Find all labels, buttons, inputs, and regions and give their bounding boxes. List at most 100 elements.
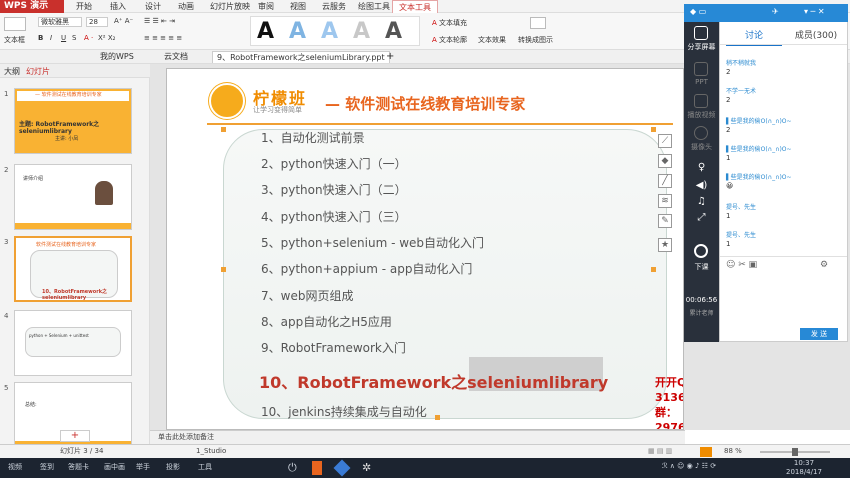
chat-window-controls[interactable]: ▾ ─ ✕ (804, 7, 825, 16)
art-style-light-blue[interactable]: A (321, 19, 338, 44)
camera-label[interactable]: 摄像头 (684, 142, 719, 152)
resize-handle[interactable] (651, 127, 656, 132)
layers-icon[interactable]: ≋ (658, 194, 672, 208)
tab-cloud-docs[interactable]: 云文档 (160, 51, 192, 63)
tab-cloud[interactable]: 云服务 (322, 0, 346, 13)
end-class-icon[interactable] (694, 244, 708, 258)
mic-icon[interactable]: ♀ (684, 162, 719, 173)
play-slideshow-icon[interactable] (700, 447, 712, 457)
zoom-level[interactable]: 88 % (724, 445, 742, 458)
tab-drawing-tools[interactable]: 绘图工具 (358, 0, 390, 13)
task-signin[interactable]: 签到 (40, 462, 54, 472)
clock[interactable]: 10:37 2018/4/17 (786, 459, 822, 477)
chat-menu-icon[interactable]: ◆ ▭ (690, 7, 706, 16)
speaker-icon[interactable]: ◀) (684, 180, 719, 191)
format-icon[interactable]: ✎ (658, 214, 672, 228)
agenda-item-7[interactable]: 7、web网页组成 (261, 287, 353, 304)
art-style-gray[interactable]: A (353, 19, 370, 44)
fullscreen-icon[interactable]: ⤢ (684, 212, 719, 223)
add-slide-button[interactable]: + (60, 430, 90, 442)
slide-canvas[interactable]: 柠檬班 让学习变得简单 — 软件测试在线教育培训专家 1、自动化测试前景 2、p… (166, 68, 684, 430)
italic-button[interactable]: I (50, 34, 52, 42)
camera-icon[interactable] (694, 126, 708, 140)
slide-thumb-4[interactable]: python + Selenium + unittest (14, 310, 132, 376)
tab-text-tools[interactable]: 文本工具 (392, 0, 438, 13)
new-tab-button[interactable]: + (382, 51, 398, 63)
underline-button[interactable]: U (61, 34, 66, 42)
power-icon[interactable]: ⏻ (288, 461, 297, 475)
tab-slides[interactable]: 幻灯片 (26, 66, 50, 77)
agenda-item-9[interactable]: 9、RobotFramework入门 (261, 339, 406, 356)
resize-handle[interactable] (221, 267, 226, 272)
animation-icon[interactable]: ★ (658, 238, 672, 252)
play-video-icon[interactable] (694, 94, 708, 108)
agenda-item-5[interactable]: 5、python+selenium - web自动化入门 (261, 234, 484, 251)
zoom-slider-thumb[interactable] (792, 448, 798, 456)
settings-taskbar-icon[interactable]: ✲ (362, 461, 371, 474)
end-class-label[interactable]: 下课 (684, 262, 719, 272)
font-size-select[interactable]: 28 (86, 17, 108, 27)
art-style-shadow[interactable]: A (385, 19, 402, 44)
text-effect-button[interactable]: 文本效果 (478, 35, 506, 45)
resize-handle[interactable] (435, 415, 440, 420)
agenda-item-2[interactable]: 2、python快速入门（一） (261, 155, 407, 172)
agenda-item-1[interactable]: 1、自动化测试前景 (261, 129, 365, 146)
emoji-icons[interactable]: ☺ ✂ ▣ (726, 260, 757, 270)
task-raise-hand[interactable]: 举手 (136, 462, 150, 472)
slide-thumb-2[interactable]: 讲师介绍 (14, 164, 132, 230)
tab-animation[interactable]: 动画 (178, 0, 194, 13)
tab-view[interactable]: 视图 (290, 0, 306, 13)
task-video[interactable]: 视频 (8, 462, 22, 472)
app-taskbar-icon[interactable] (333, 459, 351, 477)
tab-start[interactable]: 开始 (76, 0, 92, 13)
agenda-item-8[interactable]: 8、app自动化之H5应用 (261, 313, 392, 330)
edit-shape-icon[interactable]: ⟋ (658, 134, 672, 148)
resize-handle[interactable] (221, 127, 226, 132)
agenda-item-6[interactable]: 6、python+appium - app自动化入门 (261, 260, 472, 277)
text-outline-button[interactable]: A 文本轮廓 (432, 35, 467, 45)
agenda-item-3[interactable]: 3、python快速入门（二） (261, 181, 407, 198)
ppt-icon[interactable] (694, 62, 708, 76)
task-pip[interactable]: 画中画 (104, 462, 125, 472)
music-icon[interactable]: ♫ (684, 196, 719, 207)
tab-my-wps[interactable]: 我的WPS (96, 51, 138, 63)
font-name-select[interactable]: 微软雅黑 (38, 17, 82, 27)
agenda-item-4[interactable]: 4、python快速入门（三） (261, 208, 407, 225)
share-screen-icon[interactable] (694, 26, 708, 40)
tab-slideshow[interactable]: 幻灯片放映 (210, 0, 250, 13)
task-tools[interactable]: 工具 (198, 462, 212, 472)
convert-to-diagram-button[interactable]: 转换成图示 (518, 35, 553, 45)
list-icons[interactable]: ☰ ☰ ⇤ ⇥ (144, 17, 175, 25)
tab-current-document[interactable]: 9、RobotFramework之seleniumLibrary.ppt (212, 51, 390, 63)
slide-thumb-1[interactable]: — 软件测试在线教育培训专家 主题: RobotFramework之seleni… (14, 88, 132, 154)
ppt-label[interactable]: PPT (684, 78, 719, 86)
text-fill-button[interactable]: A 文本填充 (432, 18, 467, 28)
play-video-label[interactable]: 播放视频 (684, 110, 719, 120)
pin-icon[interactable]: ✈ (772, 7, 779, 16)
tray-icons[interactable]: ℛ ∧ ☺ ◉ ♪ ☷ ⟳ (662, 462, 716, 470)
view-buttons-icon[interactable]: ▦ ▤ ▥ (648, 445, 672, 458)
share-screen-label[interactable]: 分享屏幕 (684, 42, 719, 52)
settings-icon[interactable]: ⚙ (820, 260, 828, 270)
textbox-icon[interactable] (4, 17, 26, 31)
task-projection[interactable]: 投影 (166, 462, 180, 472)
textbox-label[interactable]: 文本框 (4, 35, 25, 45)
chat-input[interactable] (724, 274, 843, 324)
wps-taskbar-icon[interactable] (312, 461, 322, 475)
fill-icon[interactable]: ◆ (658, 154, 672, 168)
tab-insert[interactable]: 插入 (110, 0, 126, 13)
convert-icon[interactable] (530, 17, 546, 29)
agenda-item-current[interactable]: 10、RobotFramework之seleniumlibrary (259, 369, 608, 393)
send-button[interactable]: 发 送 (800, 328, 838, 340)
app-menu-button[interactable]: WPS 演示 (0, 0, 64, 13)
resize-handle[interactable] (651, 267, 656, 272)
art-style-gallery[interactable]: A A A A A (250, 16, 420, 46)
font-color-button[interactable]: A · (84, 34, 93, 42)
superscript-icon[interactable]: X² X₂ (98, 34, 115, 42)
task-answer-card[interactable]: 答题卡 (68, 462, 89, 472)
notes-field[interactable]: 单击此处添加备注 (150, 430, 685, 444)
tab-members[interactable]: 成员(300) (786, 28, 846, 41)
art-style-black[interactable]: A (257, 19, 274, 44)
tab-outline[interactable]: 大纲 (4, 66, 20, 77)
strike-button[interactable]: S (72, 34, 76, 42)
